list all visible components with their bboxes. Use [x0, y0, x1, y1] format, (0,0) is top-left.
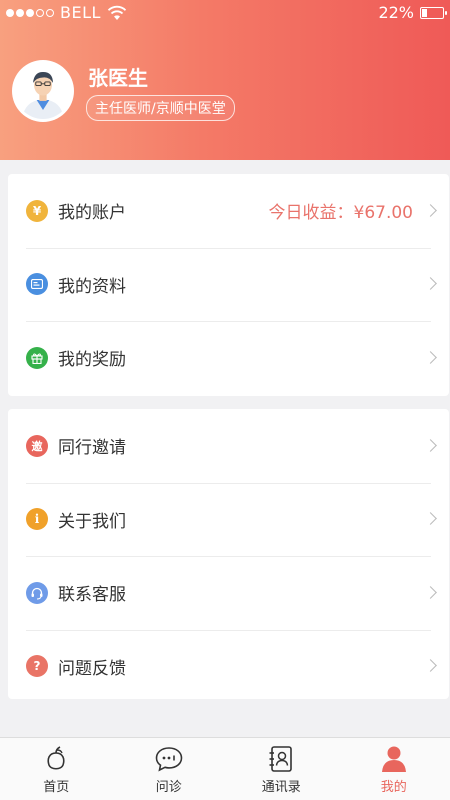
chevron-right-icon: [424, 350, 437, 364]
menu-item-label: 我的账户: [58, 203, 126, 224]
battery-percent: 22%: [378, 3, 414, 22]
chevron-right-icon: [424, 203, 437, 217]
menu-group-account: ¥ 我的账户 今日收益：¥67.00 我的资料 我的奖励: [8, 174, 449, 396]
menu-item-label: 关于我们: [58, 511, 126, 532]
menu-item-about-us[interactable]: i 关于我们: [8, 482, 449, 557]
yen-icon: ¥: [26, 199, 48, 222]
tab-label: 通讯录: [261, 780, 301, 795]
chevron-right-icon: [424, 438, 437, 452]
status-bar: BELL 22%: [0, 0, 450, 28]
doctor-name: 张医生: [88, 66, 148, 90]
chevron-right-icon: [424, 659, 437, 673]
tab-contacts[interactable]: 通讯录: [225, 738, 338, 800]
tab-label: 首页: [43, 780, 70, 795]
profile-header: BELL 22% 张医生 主任医师/京顺中医堂: [0, 0, 450, 160]
tab-label: 问诊: [155, 780, 182, 795]
menu-item-label: 我的资料: [58, 276, 126, 297]
status-right: 22%: [378, 3, 447, 22]
menu-item-label: 问题反馈: [58, 658, 126, 679]
profile-card-icon: [26, 273, 48, 296]
menu-item-my-rewards[interactable]: 我的奖励: [8, 321, 449, 395]
tab-mine[interactable]: 我的: [338, 738, 450, 800]
menu-item-label: 同行邀请: [58, 438, 126, 459]
headset-icon: [26, 581, 48, 604]
battery-icon: [420, 6, 447, 19]
chevron-right-icon: [424, 585, 437, 599]
doctor-avatar-icon: [15, 63, 71, 119]
gift-icon: [26, 346, 48, 369]
menu-item-peer-invite[interactable]: 邀 同行邀请: [8, 409, 449, 483]
invite-icon: 邀: [26, 434, 48, 457]
menu-item-my-account[interactable]: ¥ 我的账户 今日收益：¥67.00: [8, 174, 449, 248]
menu-item-label: 联系客服: [58, 585, 126, 606]
menu-item-feedback[interactable]: ? 问题反馈: [8, 629, 449, 704]
doctor-title-badge: 主任医师/京顺中医堂: [86, 95, 235, 121]
menu-group-general: 邀 同行邀请 i 关于我们 联系客服 ? 问题反馈: [8, 409, 449, 699]
chevron-right-icon: [424, 277, 437, 291]
home-icon: [47, 746, 65, 770]
avatar[interactable]: [12, 60, 74, 122]
tab-label: 我的: [380, 780, 407, 795]
tab-consult[interactable]: 问诊: [113, 738, 226, 800]
today-earnings: 今日收益：¥67.00: [268, 203, 413, 224]
info-icon: i: [26, 508, 48, 531]
contacts-icon: [269, 746, 293, 772]
signal-icon: [6, 8, 54, 17]
chat-icon: [155, 747, 183, 772]
menu-item-my-profile[interactable]: 我的资料: [8, 247, 449, 322]
bottom-tab-bar: 首页 问诊 通讯录 我的: [0, 737, 450, 800]
status-left: BELL: [6, 3, 127, 22]
chevron-right-icon: [424, 512, 437, 526]
menu-item-contact-support[interactable]: 联系客服: [8, 556, 449, 630]
question-icon: ?: [26, 655, 48, 678]
user-icon: [381, 746, 406, 772]
carrier-name: BELL: [60, 3, 101, 22]
menu-item-label: 我的奖励: [58, 350, 126, 371]
wifi-icon: [107, 5, 127, 20]
tab-home[interactable]: 首页: [0, 738, 113, 800]
